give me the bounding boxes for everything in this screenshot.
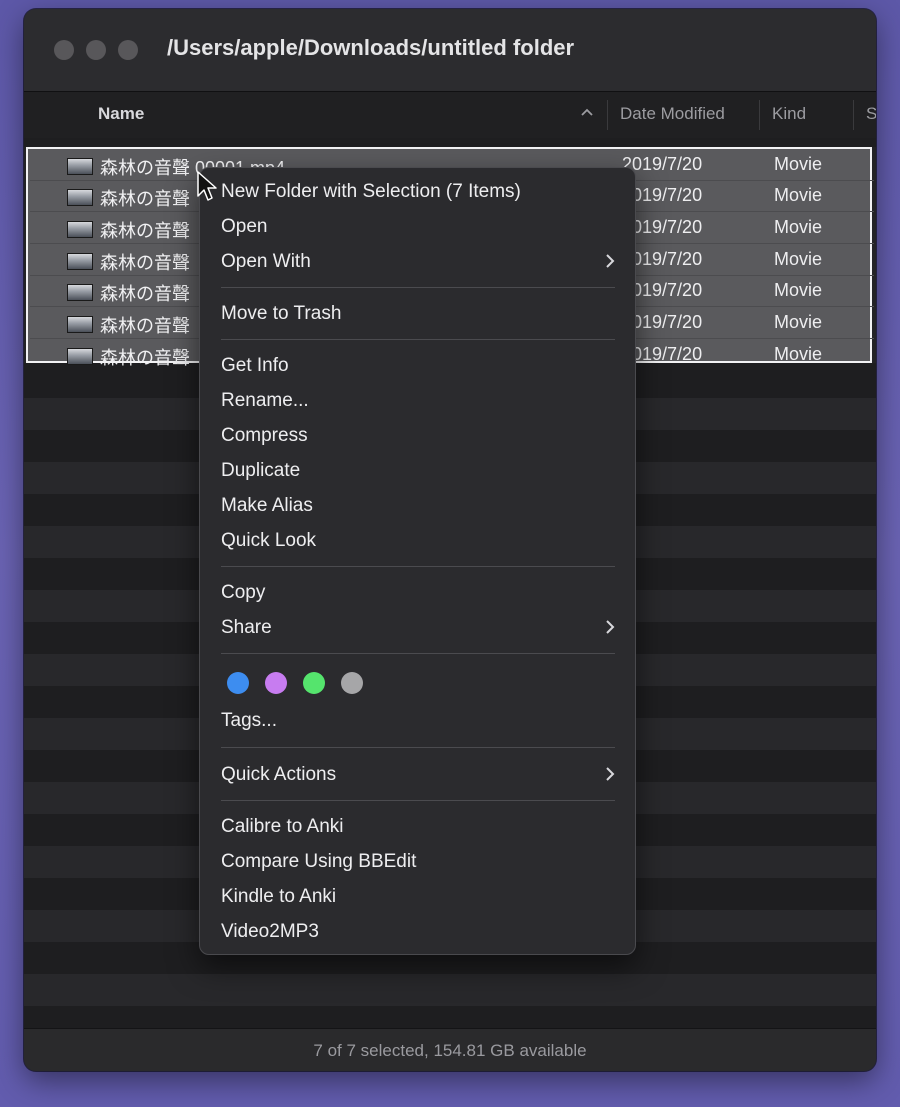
movie-thumbnail-icon: [67, 348, 93, 365]
menu-separator: [221, 566, 615, 567]
file-kind: Movie: [774, 344, 823, 364]
file-name: 森林の音聲: [100, 284, 190, 304]
chevron-right-icon: [605, 251, 615, 273]
column-divider[interactable]: [853, 100, 854, 130]
file-name: 森林の音聲: [100, 316, 190, 336]
chevron-right-icon: [605, 764, 615, 786]
file-kind: Movie: [774, 312, 823, 332]
tag-gray-dot[interactable]: [341, 672, 363, 694]
file-name: 森林の音聲: [100, 348, 190, 368]
column-kind-header[interactable]: Kind: [772, 104, 806, 124]
menu-item-quick-look[interactable]: Quick Look: [221, 530, 316, 552]
file-kind: Movie: [774, 280, 823, 300]
menu-item-share[interactable]: Share: [221, 617, 272, 639]
zoom-window-button[interactable]: [118, 40, 138, 60]
list-stripe: [24, 974, 876, 1006]
menu-item-open[interactable]: Open: [221, 216, 267, 238]
list-stripe: [24, 138, 876, 147]
menu-item-calibre-to-anki[interactable]: Calibre to Anki: [221, 816, 344, 838]
menu-item-quick-actions[interactable]: Quick Actions: [221, 764, 336, 786]
window-title: /Users/apple/Downloads/untitled folder: [167, 35, 575, 60]
title-bar[interactable]: /Users/apple/Downloads/untitled folder: [24, 9, 876, 92]
file-name: 森林の音聲: [100, 221, 190, 241]
chevron-right-icon: [605, 617, 615, 639]
column-size-header[interactable]: S: [866, 104, 876, 124]
file-name: 森林の音聲: [100, 253, 190, 273]
menu-item-tags[interactable]: Tags...: [221, 710, 277, 732]
menu-separator: [221, 653, 615, 654]
tag-blue-dot[interactable]: [227, 672, 249, 694]
tag-green-dot[interactable]: [303, 672, 325, 694]
menu-item-new-folder-with-selection[interactable]: New Folder with Selection (7 Items): [221, 181, 521, 203]
list-stripe: [24, 1006, 876, 1028]
movie-thumbnail-icon: [67, 284, 93, 301]
menu-separator: [221, 747, 615, 748]
movie-thumbnail-icon: [67, 316, 93, 333]
file-name: 森林の音聲: [100, 189, 190, 209]
menu-item-move-to-trash[interactable]: Move to Trash: [221, 303, 341, 325]
sort-ascending-icon[interactable]: [580, 104, 594, 120]
minimize-window-button[interactable]: [86, 40, 106, 60]
mouse-pointer-icon: [196, 170, 218, 204]
menu-separator: [221, 800, 615, 801]
movie-thumbnail-icon: [67, 253, 93, 270]
movie-thumbnail-icon: [67, 158, 93, 175]
menu-item-make-alias[interactable]: Make Alias: [221, 495, 313, 517]
menu-separator: [221, 339, 615, 340]
menu-item-rename[interactable]: Rename...: [221, 390, 309, 412]
column-name-header[interactable]: Name: [98, 104, 144, 124]
file-kind: Movie: [774, 217, 823, 237]
movie-thumbnail-icon: [67, 221, 93, 238]
menu-item-kindle-to-anki[interactable]: Kindle to Anki: [221, 886, 336, 908]
menu-item-compress[interactable]: Compress: [221, 425, 308, 447]
tag-purple-dot[interactable]: [265, 672, 287, 694]
menu-item-copy[interactable]: Copy: [221, 582, 265, 604]
menu-separator: [221, 287, 615, 288]
menu-item-open-with[interactable]: Open With: [221, 251, 311, 273]
menu-item-duplicate[interactable]: Duplicate: [221, 460, 300, 482]
column-divider[interactable]: [607, 100, 608, 130]
menu-item-compare-bbedit[interactable]: Compare Using BBEdit: [221, 851, 416, 873]
file-kind: Movie: [774, 249, 823, 269]
column-header: Name Date Modified Kind S: [24, 92, 876, 139]
close-window-button[interactable]: [54, 40, 74, 60]
file-kind: Movie: [774, 154, 823, 174]
movie-thumbnail-icon: [67, 189, 93, 206]
status-text: 7 of 7 selected, 154.81 GB available: [313, 1041, 587, 1060]
menu-item-get-info[interactable]: Get Info: [221, 355, 289, 377]
status-bar: 7 of 7 selected, 154.81 GB available: [24, 1028, 876, 1071]
column-divider[interactable]: [759, 100, 760, 130]
context-menu: New Folder with Selection (7 Items) Open…: [199, 167, 636, 955]
column-date-modified-header[interactable]: Date Modified: [620, 104, 725, 124]
menu-item-video2mp3[interactable]: Video2MP3: [221, 921, 319, 943]
file-kind: Movie: [774, 185, 823, 205]
